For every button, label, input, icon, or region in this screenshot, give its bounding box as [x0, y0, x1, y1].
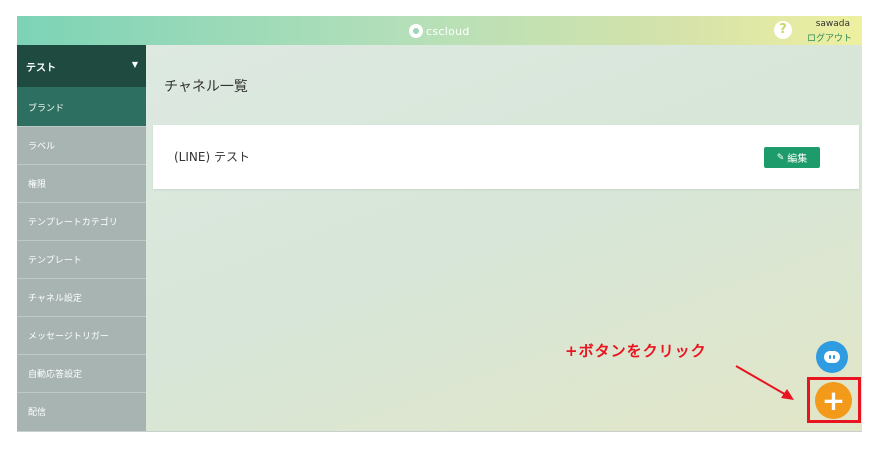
sidebar-item-delivery[interactable]: 配信 [17, 392, 146, 430]
sidebar-item-auto-reply[interactable]: 自動応答設定 [17, 354, 146, 392]
logo-text: cscloud [426, 24, 470, 38]
sidebar-item-brand[interactable]: ブランド [17, 87, 146, 126]
sidebar-item-label: 権限 [28, 180, 47, 190]
sidebar-item-label: テンプレートカテゴリ [28, 218, 118, 228]
brand-selector[interactable]: テスト ▼ [17, 45, 146, 87]
chat-button[interactable] [816, 341, 848, 373]
sidebar-item-label: ラベル [28, 142, 56, 152]
divider [17, 431, 862, 432]
sidebar-item-label: 配信 [28, 408, 47, 418]
sidebar-item-label: 自動応答設定 [28, 370, 83, 380]
pencil-icon: ✎ [776, 152, 785, 163]
brand-selector-label: テスト [26, 62, 56, 74]
logout-link[interactable]: ログアウト [807, 31, 852, 44]
top-bar: cscloud ? sawada ログアウト [17, 16, 862, 45]
sidebar-item-template[interactable]: テンプレート [17, 240, 146, 278]
sidebar-item-label-settings[interactable]: ラベル [17, 126, 146, 164]
channel-card: (LINE) テスト ✎ 編集 [153, 125, 859, 189]
sidebar-item-label: ブランド [28, 103, 65, 114]
caret-down-icon: ▼ [131, 60, 138, 69]
sidebar-item-label: テンプレート [28, 256, 82, 266]
sidebar-item-template-category[interactable]: テンプレートカテゴリ [17, 202, 146, 240]
sidebar-item-label: チャネル設定 [28, 294, 82, 304]
edit-button-label: 編集 [787, 154, 808, 165]
user-name: sawada [815, 19, 850, 29]
logo-icon [409, 24, 423, 38]
sidebar-item-channel-settings[interactable]: チャネル設定 [17, 278, 146, 316]
sidebar-item-permissions[interactable]: 権限 [17, 164, 146, 202]
chat-icon [824, 351, 840, 363]
channel-name: (LINE) テスト [174, 150, 250, 164]
arrow-icon [735, 365, 794, 400]
sidebar-item-label: メッセージトリガー [28, 332, 109, 342]
annotation-text: +ボタンをクリック [565, 342, 707, 360]
add-button[interactable]: + [815, 382, 852, 419]
page-title: チャネル一覧 [164, 79, 248, 95]
logo: cscloud [409, 22, 470, 40]
sidebar: テスト ▼ ブランド ラベル 権限 テンプレートカテゴリ テンプレート チャネル… [17, 45, 146, 432]
help-icon[interactable]: ? [774, 21, 792, 39]
edit-button[interactable]: ✎ 編集 [764, 147, 820, 168]
sidebar-item-message-trigger[interactable]: メッセージトリガー [17, 316, 146, 354]
